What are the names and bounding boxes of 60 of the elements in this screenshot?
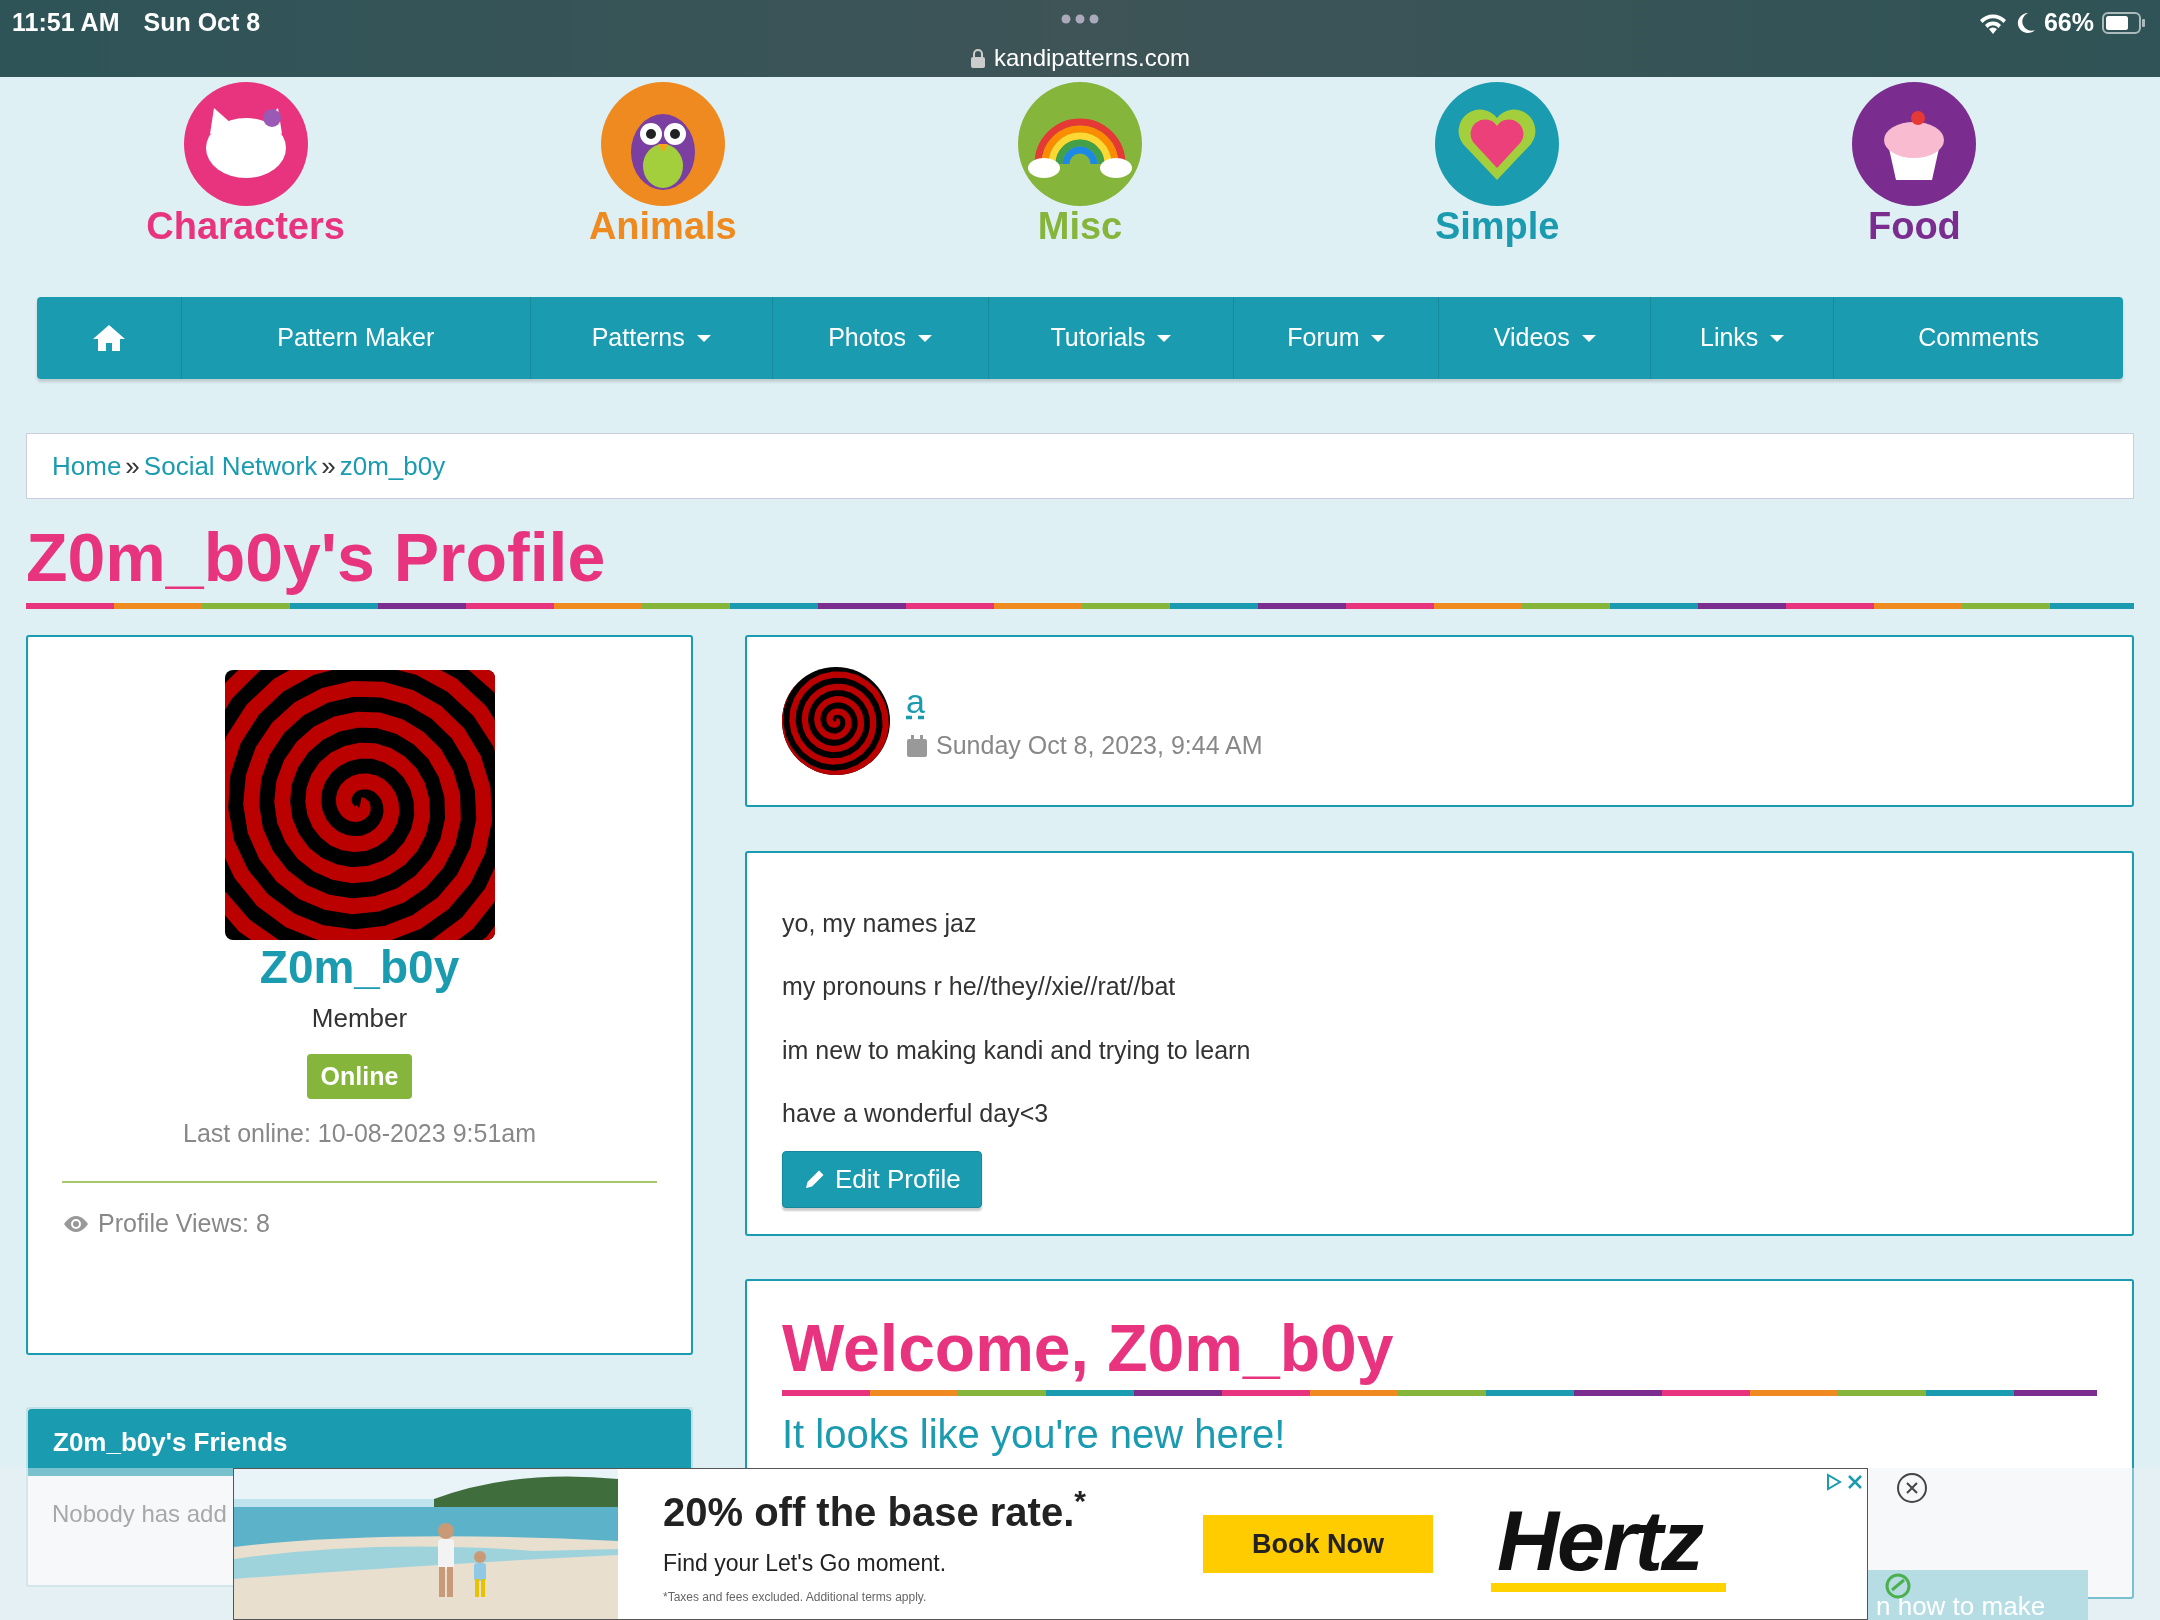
category-link[interactable]: Food: [1852, 82, 1977, 248]
profile-views-text: Profile Views: 8: [98, 1207, 270, 1239]
post-date: Sunday Oct 8, 2023, 9:44 AM: [936, 730, 1263, 762]
caret-icon: [1157, 334, 1172, 342]
nav-item[interactable]: Videos: [1439, 297, 1652, 379]
member-role: Member: [311, 1001, 408, 1035]
profile-name[interactable]: Z0m_b0y: [259, 939, 460, 995]
caret-icon: [696, 334, 711, 342]
category-link[interactable]: Characters: [146, 82, 345, 248]
brand-logo: Hertz: [1497, 1496, 1704, 1583]
ad-banner[interactable]: 20% off the base rate.$^{*}$ Find your Let's Go moment. *Taxes and fees excluded. Additional terms apply. Book Now Hertz: [233, 1468, 1868, 1620]
breadcrumb-link[interactable]: z0m_b0y: [339, 446, 446, 486]
status-time: 11:51 AM: [12, 7, 120, 38]
nav-item[interactable]: Patterns: [530, 297, 773, 379]
nav-item[interactable]: Photos: [772, 297, 989, 379]
nav-item[interactable]: Links: [1651, 297, 1835, 379]
eye-icon: [62, 1214, 90, 1233]
url-bar[interactable]: kandipatterns.com: [969, 40, 1191, 76]
more-icon: [1060, 13, 1100, 25]
adchoices-icon[interactable]: [1825, 1473, 1843, 1491]
ad-fine-print: *Taxes and fees excluded. Additional terms apply.: [663, 1589, 928, 1607]
caret-icon: [918, 334, 932, 342]
lock-icon: [969, 48, 986, 68]
nav-item[interactable]: Forum: [1234, 297, 1440, 379]
breadcrumb-link[interactable]: Home: [52, 446, 122, 486]
about-text: have a wonderful day<3: [782, 1098, 1050, 1130]
status-date: Sun Oct 8: [143, 7, 261, 38]
side-panel-text: n how to make: [1876, 1592, 2046, 1620]
wifi-icon: [1977, 11, 2008, 34]
book-now-button[interactable]: Book Now: [1203, 1515, 1433, 1573]
caret-icon: [1770, 334, 1785, 342]
calendar-icon: [906, 734, 928, 759]
moon-icon: [2015, 11, 2036, 34]
breadcrumb-link[interactable]: Social Network: [143, 446, 318, 486]
breadcrumb-separator: »: [321, 449, 336, 483]
ad-headline: 20% off the base rate.$^{*}$: [663, 1482, 1087, 1536]
breadcrumb-separator: »: [125, 449, 140, 483]
category-link[interactable]: Animals: [588, 82, 737, 248]
last-online-text: Last online: 10-08-2023 9:51am: [183, 1118, 536, 1150]
welcome-heading: Welcome, Z0m_b0y: [782, 1310, 1395, 1387]
nav-item[interactable]: Pattern Maker: [181, 297, 531, 379]
friends-header: Z0m_b0y's Friends: [28, 1408, 691, 1476]
nav-item[interactable]: Comments: [1834, 297, 2123, 379]
about-text: im new to making kandi and trying to learn: [782, 1034, 1252, 1066]
category-link[interactable]: Misc: [1018, 82, 1142, 248]
edit-profile-button[interactable]: Edit Profile: [782, 1150, 982, 1208]
online-badge: Online: [306, 1053, 413, 1100]
caret-icon: [1371, 334, 1386, 342]
caret-icon: [1581, 334, 1596, 342]
about-text: yo, my names jaz: [782, 907, 978, 939]
page-title: Z0m_b0y's Profile: [26, 518, 607, 597]
battery-icon: [2102, 11, 2146, 34]
battery-percent: 66%: [2043, 7, 2094, 38]
author-link[interactable]: a: [906, 676, 925, 728]
nav-item[interactable]: Tutorials: [988, 297, 1235, 379]
ad-tagline: Find your Let's Go moment.: [663, 1548, 948, 1578]
welcome-subtitle: It looks like you're new here!: [782, 1411, 1287, 1459]
close-icon[interactable]: [1896, 1472, 1928, 1504]
category-link[interactable]: Simple: [1434, 82, 1560, 248]
about-text: my pronouns r he//they//xie//rat//bat: [782, 971, 1177, 1003]
